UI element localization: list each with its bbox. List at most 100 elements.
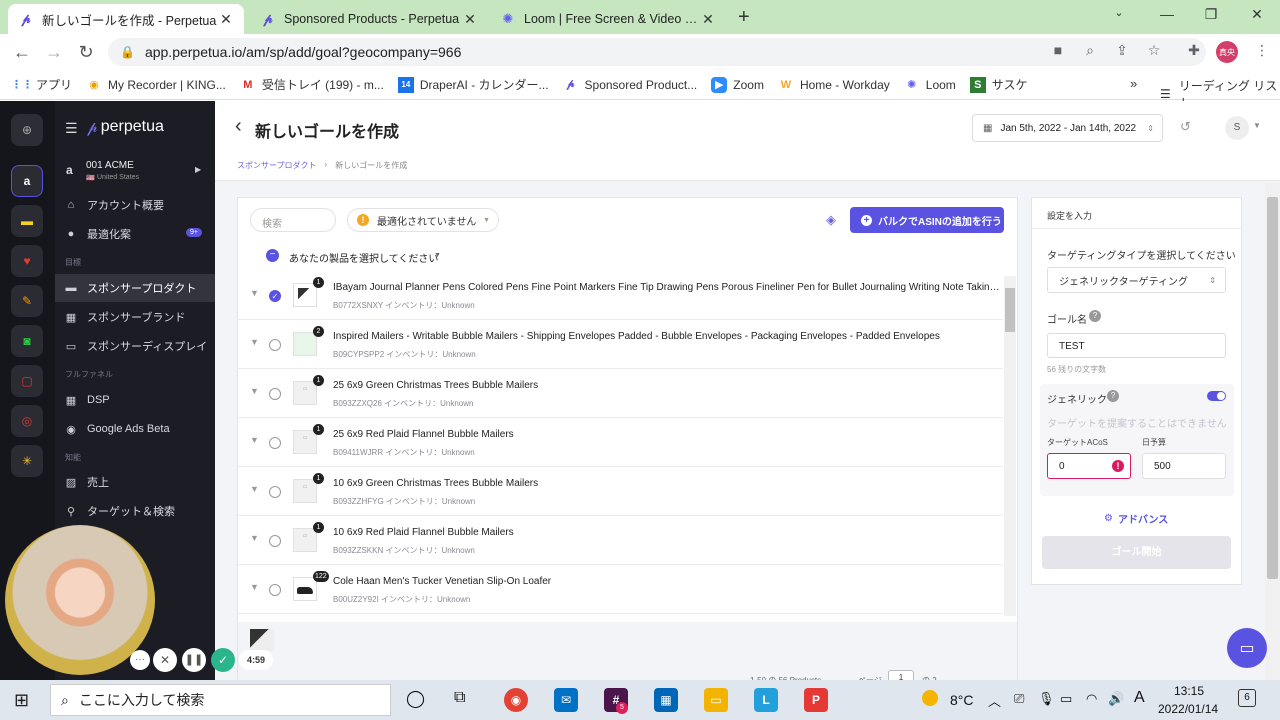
- help-icon[interactable]: ?: [1089, 310, 1101, 322]
- page-scrollbar-thumb[interactable]: [1267, 197, 1278, 579]
- back-button[interactable]: ‹: [235, 115, 242, 138]
- generic-toggle[interactable]: [1207, 391, 1226, 401]
- chat-launcher-icon[interactable]: ▭: [1227, 628, 1267, 668]
- bookmark-star-icon[interactable]: ☆: [1144, 42, 1164, 59]
- close-tab-icon[interactable]: ✕: [700, 11, 716, 28]
- task-view-icon[interactable]: ⧉: [454, 689, 465, 707]
- bookmark-gmail[interactable]: M 受信トレイ (199) - m...: [240, 76, 384, 93]
- list-scrollbar-thumb[interactable]: [1005, 288, 1015, 332]
- walmart-channel-icon[interactable]: ✳: [11, 445, 43, 477]
- close-tab-icon[interactable]: ✕: [462, 11, 478, 28]
- restore-button[interactable]: ❐: [1196, 6, 1226, 23]
- nav-sponsored-products[interactable]: ▬ スポンサープロダクト: [55, 274, 215, 302]
- page-scrollbar[interactable]: [1265, 183, 1280, 680]
- nav-sponsored-display[interactable]: ▭ スポンサーディスプレイ: [55, 332, 215, 360]
- target-acos-input[interactable]: 0 !: [1047, 453, 1131, 479]
- close-tab-icon[interactable]: ✕: [218, 11, 234, 28]
- optimization-filter-dropdown[interactable]: ! 最適化されていません ▼: [347, 208, 499, 232]
- add-channel-icon[interactable]: ⊕: [11, 114, 43, 146]
- clock-time[interactable]: 13:15: [1174, 684, 1204, 698]
- daily-budget-input[interactable]: 500: [1142, 453, 1226, 479]
- advanced-link[interactable]: ⚙ アドバンス: [1104, 511, 1168, 526]
- reload-icon[interactable]: ↻: [70, 42, 102, 63]
- close-window-button[interactable]: ✕: [1242, 6, 1272, 23]
- list-scrollbar[interactable]: [1004, 276, 1016, 616]
- taskbar-search[interactable]: ⌕ ここに入力して検索: [50, 684, 391, 716]
- browser-tab-loom[interactable]: ✺ Loom | Free Screen & Video Reco ✕: [490, 4, 726, 34]
- camera-blocked-icon[interactable]: ■: [1048, 42, 1068, 58]
- notification-center-icon[interactable]: 6: [1238, 689, 1256, 707]
- chrome-taskbar-icon[interactable]: ◉: [504, 688, 528, 712]
- search-input[interactable]: 検索: [250, 208, 336, 232]
- minimize-button[interactable]: —: [1152, 6, 1182, 22]
- bookmark-draperai[interactable]: 14 DraperAI - カレンダー...: [397, 76, 549, 93]
- account-switcher[interactable]: a 001 ACME 🇺🇸 United States ▶: [55, 157, 215, 187]
- zoom-icon[interactable]: ⌕: [1080, 42, 1100, 59]
- nav-optimization[interactable]: ● 最適化案 9+: [55, 220, 215, 248]
- expand-icon[interactable]: ▼: [250, 533, 259, 543]
- product-row[interactable]: ▼ 122 Cole Haan Men's Tucker Venetian Sl…: [238, 565, 1003, 614]
- lark-taskbar-icon[interactable]: L: [754, 688, 778, 712]
- nav-account-overview[interactable]: ⌂ アカウント概要: [55, 191, 215, 219]
- chevron-down-icon[interactable]: ▼: [1253, 121, 1261, 130]
- product-row[interactable]: ▼ ✓ 1 IBayam Journal Planner Pens Colore…: [238, 271, 1003, 320]
- bookmark-loom[interactable]: ✺ Loom: [904, 77, 956, 93]
- chevron-down-icon[interactable]: ▼: [434, 252, 441, 259]
- chrome-menu-icon[interactable]: ⋮: [1252, 42, 1272, 59]
- bookmark-sponsored[interactable]: 𝓅 Sponsored Product...: [563, 77, 698, 93]
- expand-icon[interactable]: ▼: [250, 484, 259, 494]
- amazon-channel-icon[interactable]: a: [11, 165, 43, 197]
- product-radio[interactable]: [269, 339, 281, 351]
- bulk-add-asin-button[interactable]: + バルクでASINの追加を行う: [850, 207, 1004, 233]
- product-row[interactable]: ▼ ▭ 1 25 6x9 Green Christmas Trees Bubbl…: [238, 369, 1003, 418]
- bookmark-saske[interactable]: S サスケ: [969, 76, 1028, 93]
- new-tab-button[interactable]: +: [738, 6, 750, 29]
- square-channel-icon[interactable]: ▢: [11, 365, 43, 397]
- share-icon[interactable]: ⇪: [1112, 42, 1132, 59]
- address-bar[interactable]: 🔒 app.perpetua.io/am/sp/add/goal?geocomp…: [108, 38, 1206, 66]
- product-row[interactable]: ▼ ▭ 1 10 6x9 Green Christmas Trees Bubbl…: [238, 467, 1003, 516]
- goal-name-input[interactable]: TEST: [1047, 333, 1226, 358]
- wifi-icon[interactable]: ◠: [1086, 691, 1097, 707]
- loom-pause-icon[interactable]: ❚❚: [182, 648, 206, 672]
- heart-channel-icon[interactable]: ♥: [11, 245, 43, 277]
- forward-icon[interactable]: →: [38, 42, 70, 63]
- layers-icon[interactable]: ◈: [826, 212, 836, 228]
- microphone-icon[interactable]: 🎙: [1038, 691, 1055, 707]
- ad-channel-icon[interactable]: ▬: [11, 205, 43, 237]
- expand-icon[interactable]: ▼: [250, 337, 259, 347]
- volume-icon[interactable]: 🔊: [1108, 691, 1124, 707]
- nav-dsp[interactable]: ▦ DSP: [55, 386, 215, 414]
- bookmarks-overflow[interactable]: »: [1130, 76, 1137, 91]
- history-icon[interactable]: ↺: [1180, 119, 1191, 135]
- bookmark-workday[interactable]: W Home - Workday: [778, 77, 890, 93]
- target-channel-icon[interactable]: ◎: [11, 405, 43, 437]
- nav-sponsored-brands[interactable]: ▦ スポンサーブランド: [55, 303, 215, 331]
- help-icon[interactable]: ?: [1107, 390, 1119, 402]
- extensions-icon[interactable]: ✚: [1184, 42, 1204, 59]
- carrot-channel-icon[interactable]: ✎: [11, 285, 43, 317]
- product-radio[interactable]: [269, 437, 281, 449]
- app-taskbar-icon[interactable]: P: [804, 688, 828, 712]
- bookmark-apps[interactable]: ⋮⋮ アプリ: [11, 76, 72, 93]
- outlook-taskbar-icon[interactable]: ✉: [554, 688, 578, 712]
- loom-more-icon[interactable]: ···: [130, 650, 150, 670]
- tab-search-icon[interactable]: ⌄: [1104, 6, 1134, 19]
- loom-finish-icon[interactable]: ✓: [211, 648, 235, 672]
- explorer-taskbar-icon[interactable]: ▭: [704, 688, 728, 712]
- product-radio[interactable]: [269, 584, 281, 596]
- browser-tab-sponsored[interactable]: 𝓅 Sponsored Products - Perpetua ✕: [250, 4, 488, 34]
- hamburger-menu-icon[interactable]: ☰: [65, 120, 78, 137]
- targeting-type-select[interactable]: ジェネリックターゲティング ⇕: [1047, 267, 1226, 293]
- product-row[interactable]: ▼ ▭ 1 10 6x9 Red Plaid Flannel Bubble Ma…: [238, 516, 1003, 565]
- back-icon[interactable]: ←: [6, 42, 38, 63]
- profile-avatar[interactable]: 真央: [1216, 41, 1238, 63]
- clock-date[interactable]: 2022/01/14: [1158, 702, 1218, 716]
- product-radio[interactable]: ✓: [269, 290, 281, 302]
- meet-now-icon[interactable]: ⎚: [1014, 691, 1024, 707]
- bag-channel-icon[interactable]: ◙: [11, 325, 43, 357]
- perpetua-logo[interactable]: 𝓅 perpetua: [87, 118, 164, 136]
- windows-start-icon[interactable]: ⊞: [14, 690, 29, 711]
- nav-targeting[interactable]: ⚲ ターゲット＆検索: [55, 497, 215, 525]
- expand-icon[interactable]: ▼: [250, 435, 259, 445]
